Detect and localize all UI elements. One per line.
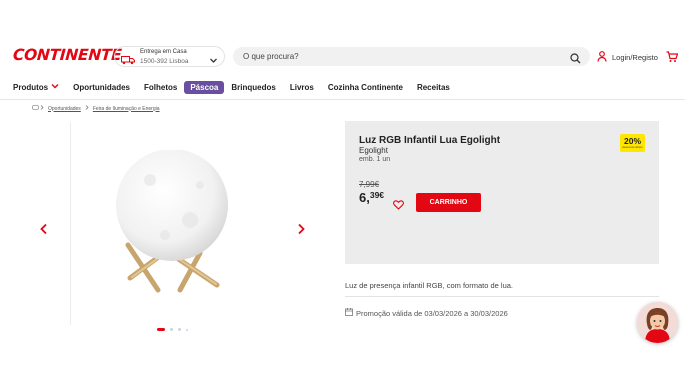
breadcrumb-feira-iluminacao[interactable]: Feira de Iluminação e Energia (93, 106, 160, 112)
breadcrumb-oportunidades[interactable]: Oportunidades (48, 106, 81, 112)
discount-badge: 20% desconto direto (620, 134, 645, 152)
search-icon[interactable] (570, 51, 581, 69)
chevron-left-icon[interactable] (39, 222, 49, 240)
nav-divider (0, 99, 685, 100)
calendar-icon (345, 308, 356, 318)
nav-item-cozinha-continente[interactable]: Cozinha Continente (328, 83, 403, 92)
cart-icon[interactable] (666, 50, 679, 68)
delivery-postcode: 1500-392 Lisboa (140, 57, 189, 65)
nav-item-receitas[interactable]: Receitas (417, 83, 450, 92)
nav-item-pascoa[interactable]: Páscoa (184, 80, 225, 94)
product-description: Luz de presença infantil RGB, com format… (345, 281, 514, 290)
continente-logo[interactable]: CONTINENTE (12, 46, 122, 64)
login-label: Login/Registo (612, 53, 658, 62)
delivery-selector[interactable]: Entrega em Casa 1500-392 Lisboa (114, 46, 225, 67)
description-divider (345, 296, 659, 297)
home-icon[interactable] (32, 105, 39, 112)
product-brand[interactable]: Egolight (359, 146, 388, 155)
main-nav: Produtos Oportunidades Folhetos Páscoa B… (13, 80, 464, 94)
old-price: 7,99€ (359, 180, 380, 189)
search-bar[interactable] (233, 47, 590, 66)
product-info-panel: Luz RGB Infantil Lua Egolight Egolight e… (345, 121, 659, 264)
product-title: Luz RGB Infantil Lua Egolight (359, 135, 501, 146)
chevron-down-icon (209, 52, 218, 70)
moon-lamp-image (116, 149, 228, 293)
current-price: 6,39€ (359, 190, 385, 205)
search-input[interactable] (243, 52, 543, 61)
truck-icon (121, 52, 136, 64)
heart-icon[interactable] (393, 197, 404, 215)
nav-item-brinquedos[interactable]: Brinquedos (231, 83, 275, 92)
nav-item-folhetos[interactable]: Folhetos (144, 83, 177, 92)
gallery-dot[interactable] (178, 328, 181, 331)
user-icon (597, 51, 612, 64)
chevron-right-icon (40, 105, 44, 112)
breadcrumb: Oportunidades Feira de Iluminação e Ener… (32, 105, 163, 112)
product-unit: emb. 1 un (359, 156, 391, 163)
nav-item-oportunidades[interactable]: Oportunidades (73, 83, 130, 92)
login-link[interactable]: Login/Registo (597, 51, 658, 64)
chevron-right-icon (85, 105, 89, 112)
gallery-dot[interactable] (170, 328, 173, 331)
chat-assistant-avatar[interactable] (637, 302, 678, 343)
add-to-cart-button[interactable]: CARRINHO (416, 193, 481, 212)
nav-item-produtos[interactable]: Produtos (13, 82, 59, 92)
gallery-dot[interactable] (157, 328, 165, 331)
chevron-down-icon (48, 82, 59, 92)
chevron-right-icon[interactable] (296, 222, 306, 240)
nav-item-livros[interactable]: Livros (290, 83, 314, 92)
delivery-type: Entrega em Casa (140, 48, 187, 55)
promo-validity: Promoção válida de 03/03/2026 a 30/03/20… (345, 308, 508, 318)
gallery-dots (157, 328, 193, 331)
gallery-dot[interactable] (186, 328, 188, 331)
gallery-divider (70, 122, 71, 325)
product-image[interactable] (110, 149, 240, 305)
